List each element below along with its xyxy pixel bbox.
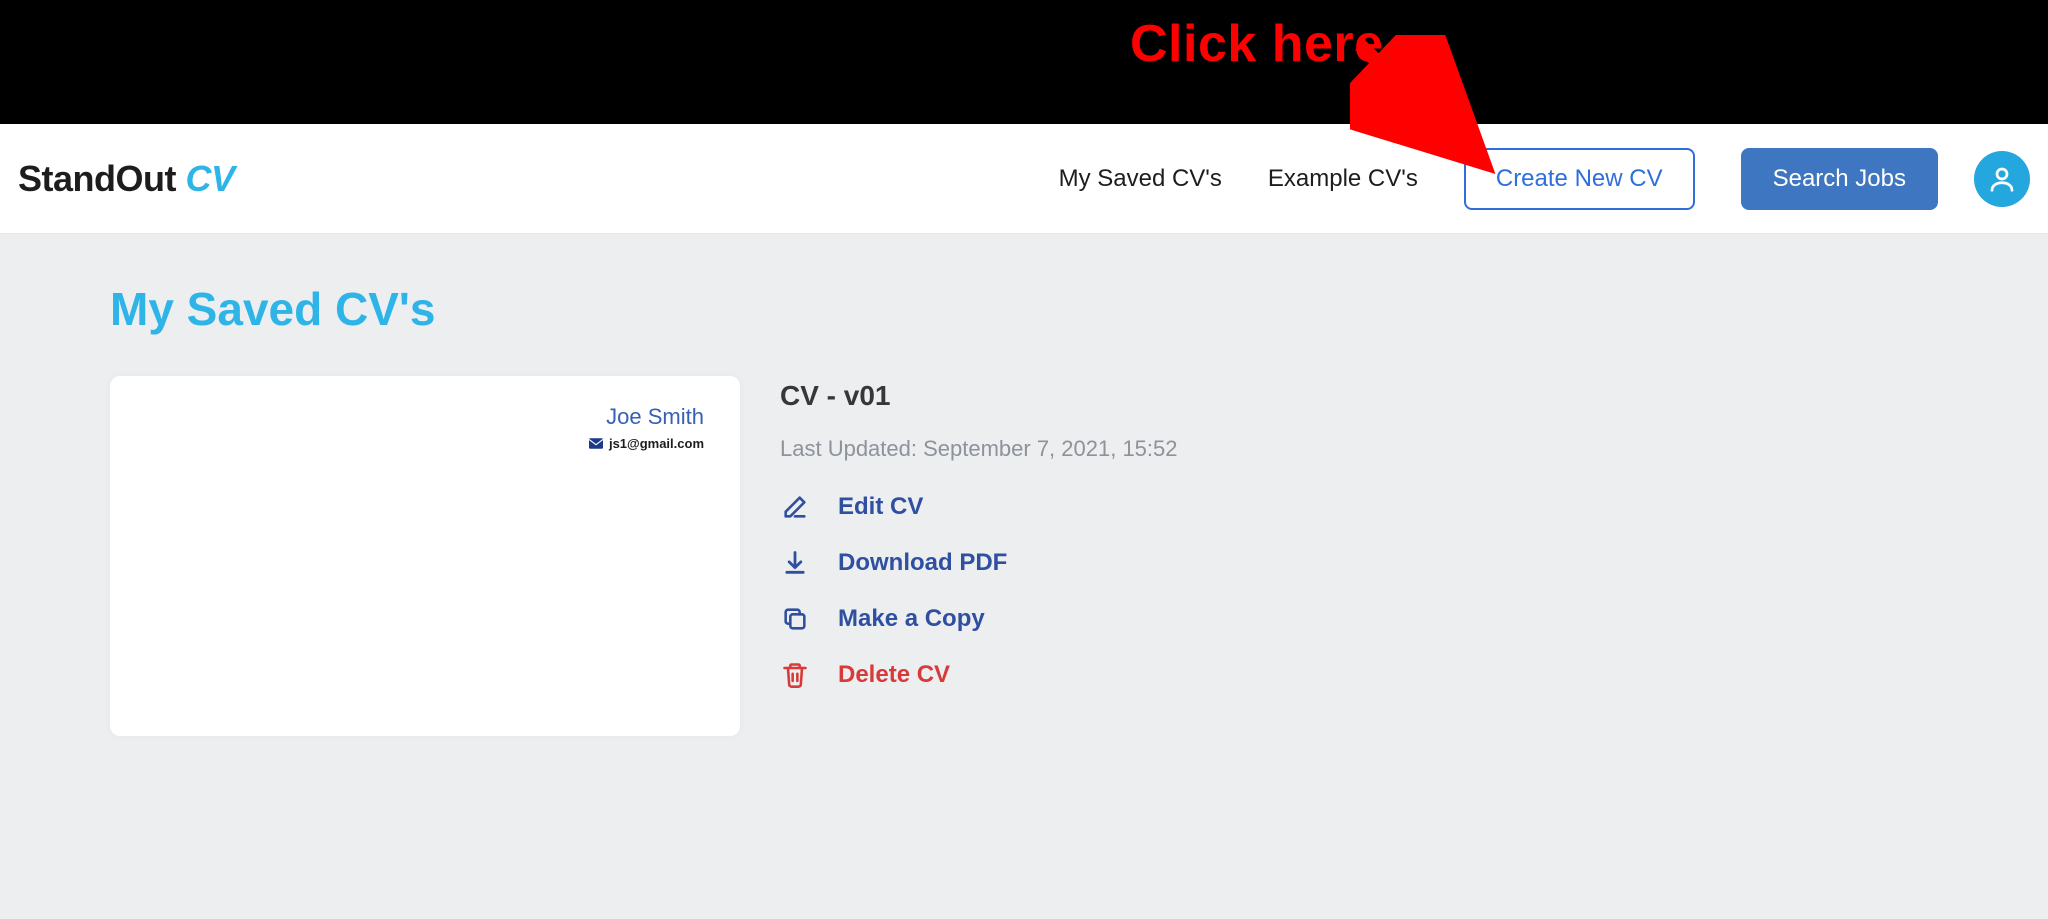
nav-my-saved-cvs[interactable]: My Saved CV's: [1059, 165, 1222, 193]
cv-preview-name: Joe Smith: [146, 404, 704, 430]
cv-preview-email-row: js1@gmail.com: [146, 436, 704, 451]
logo-text-standout: StandOut: [18, 158, 185, 199]
make-a-copy-label: Make a Copy: [838, 605, 985, 633]
download-icon: [780, 548, 810, 578]
download-pdf-action[interactable]: Download PDF: [780, 548, 1178, 578]
user-icon: [1987, 164, 2017, 194]
delete-cv-action[interactable]: Delete CV: [780, 660, 1178, 690]
nav: My Saved CV's Example CV's Create New CV…: [1059, 148, 2030, 210]
cv-preview-email: js1@gmail.com: [609, 436, 704, 451]
cv-actions: Edit CV Download PDF: [780, 492, 1178, 690]
search-jobs-button[interactable]: Search Jobs: [1741, 148, 1938, 210]
edit-icon: [780, 492, 810, 522]
delete-cv-label: Delete CV: [838, 661, 950, 689]
top-black-bar: Click here: [0, 0, 2048, 124]
cv-meta-panel: CV - v01 Last Updated: September 7, 2021…: [780, 376, 1178, 736]
cv-last-updated: Last Updated: September 7, 2021, 15:52: [780, 436, 1178, 462]
annotation-click-here: Click here: [1130, 14, 1384, 74]
create-new-cv-button[interactable]: Create New CV: [1464, 148, 1695, 210]
page-content: My Saved CV's Joe Smith js1@gmail.com CV…: [0, 234, 2048, 736]
download-pdf-label: Download PDF: [838, 549, 1007, 577]
logo[interactable]: StandOut CV: [18, 158, 235, 200]
header-bar: StandOut CV My Saved CV's Example CV's C…: [0, 124, 2048, 234]
account-avatar-button[interactable]: [1974, 151, 2030, 207]
make-a-copy-action[interactable]: Make a Copy: [780, 604, 1178, 634]
trash-icon: [780, 660, 810, 690]
copy-icon: [780, 604, 810, 634]
cv-title: CV - v01: [780, 380, 1178, 412]
page-title: My Saved CV's: [110, 282, 1938, 336]
content-row: Joe Smith js1@gmail.com CV - v01 Last Up…: [110, 376, 1938, 736]
mail-icon: [589, 438, 603, 449]
edit-cv-label: Edit CV: [838, 493, 923, 521]
nav-example-cvs[interactable]: Example CV's: [1268, 165, 1418, 193]
cv-preview-card[interactable]: Joe Smith js1@gmail.com: [110, 376, 740, 736]
logo-text-cv: CV: [185, 158, 234, 199]
edit-cv-action[interactable]: Edit CV: [780, 492, 1178, 522]
